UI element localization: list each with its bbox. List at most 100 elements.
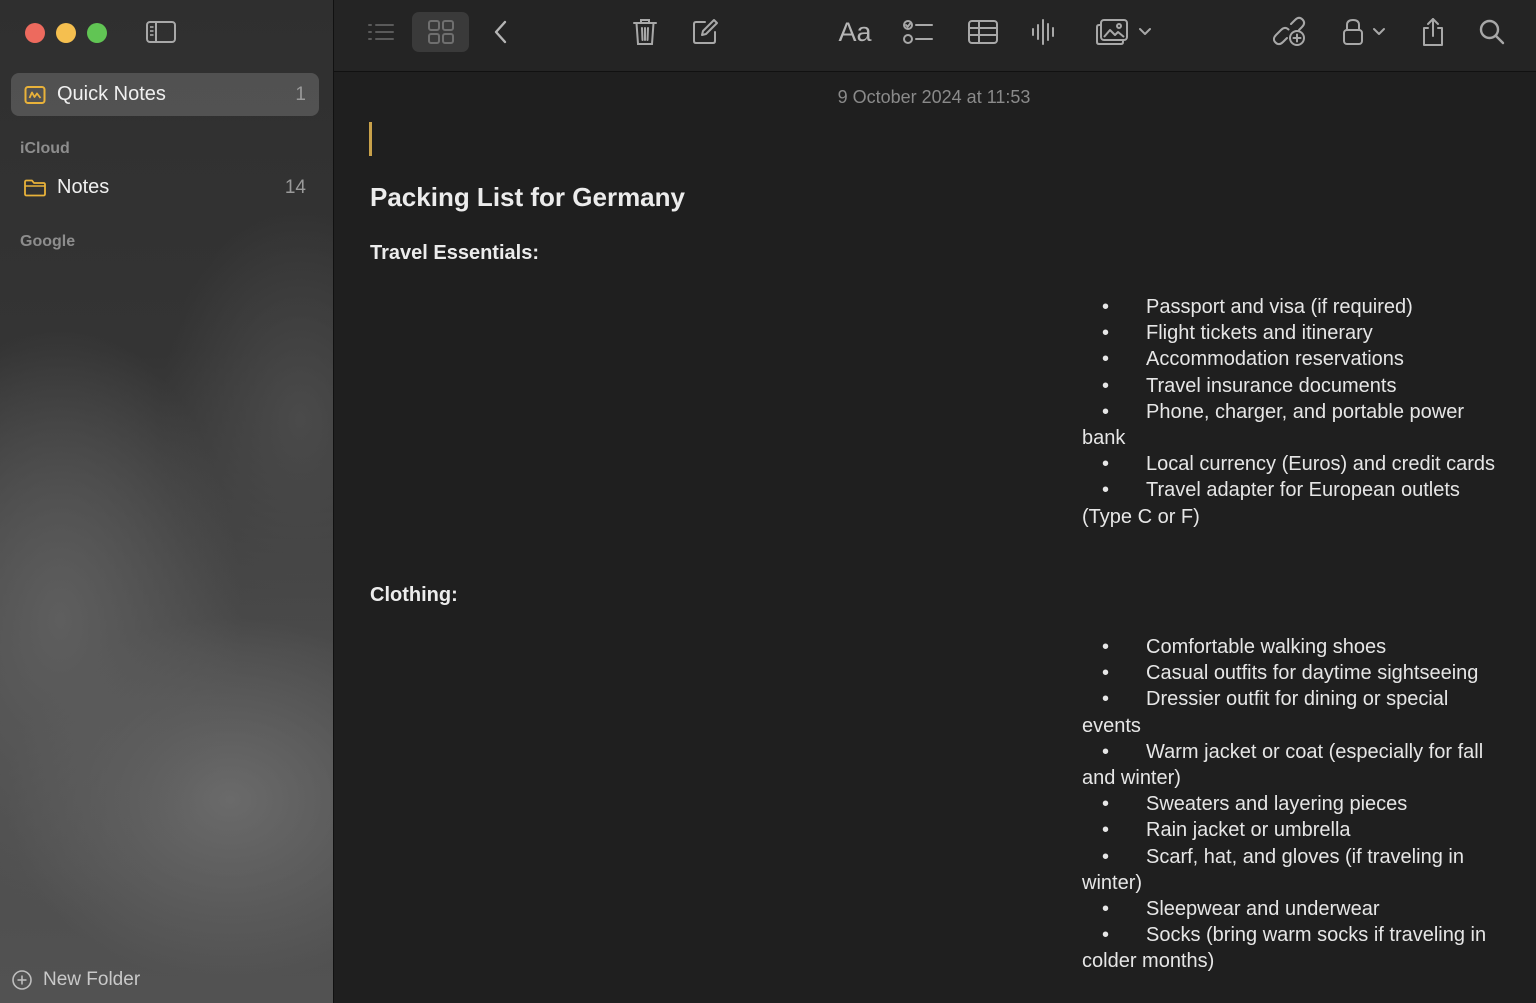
lock-icon [1343,18,1363,45]
bullet-marker: • [1102,819,1110,842]
sidebar-item-notes[interactable]: Notes 14 [11,166,319,209]
note-count: 1 [295,83,306,105]
format-icon: Aa [838,16,872,47]
search-icon [1479,19,1505,45]
trash-icon [633,19,657,45]
bullet-marker: • [1102,296,1110,318]
note-title[interactable]: Packing List for Germany [370,182,685,213]
compose-icon [693,19,718,44]
list-item-text: Comfortable walking shoes [1146,636,1387,658]
list-item-text: Casual outfits for daytime sightseeing [1146,662,1479,685]
checklist-icon [903,20,933,44]
note-timestamp: 9 October 2024 at 11:53 [837,87,1031,107]
list-item[interactable]: • Sweaters and layering pieces [1082,791,1502,817]
audio-button[interactable] [1028,12,1060,52]
bullet-marker: • [1102,924,1110,947]
bullet-marker: • [1102,322,1110,345]
list-item[interactable]: • Socks (bring warm socks if traveling in… [1082,922,1502,974]
sidebar-toggle-button[interactable] [144,18,178,46]
bullet-marker: • [1102,348,1110,371]
section-heading-travel-essentials[interactable]: Travel Essentials: [370,242,539,265]
list-item-text: Local currency (Euros) and credit cards [1146,453,1496,476]
sidebar-icon [146,21,176,43]
bullet-marker: • [1102,400,1110,423]
share-button[interactable] [1418,12,1448,52]
new-folder-button[interactable]: New Folder [11,967,140,993]
table-button[interactable] [966,12,1000,52]
list-item-text: Rain jacket or umbrella [1146,819,1351,842]
list-item-text: Travel insurance documents [1146,374,1397,397]
list-view-icon [368,24,394,40]
list-item[interactable]: • Rain jacket or umbrella [1082,817,1502,843]
new-folder-label: New Folder [43,969,141,990]
list-item-text: Accommodation reservations [1146,348,1404,371]
list-item[interactable]: • Sleepwear and underwear [1082,896,1502,922]
bullet-marker: • [1102,453,1110,476]
notes-window: Quick Notes 1 iCloud Notes 14 Google New… [0,0,1536,1003]
share-icon [1423,18,1443,46]
list-item[interactable]: • Dressier outfit for dining or special e… [1082,686,1502,738]
bullet-marker: • [1102,793,1110,816]
sidebar-section-google: Google [20,233,76,250]
bullet-marker: • [1102,688,1110,711]
maximize-window-button[interactable] [87,23,107,43]
sidebar-item-quick-notes[interactable]: Quick Notes 1 [11,73,319,116]
bullet-marker: • [1102,374,1110,397]
list-item[interactable]: • Travel adapter for European outlets (Ty… [1082,477,1502,529]
quick-notes-icon [23,83,47,107]
list-item-text: Sweaters and layering pieces [1146,793,1408,816]
section-heading-clothing[interactable]: Clothing: [370,584,458,607]
list-item[interactable]: • Phone, charger, and portable power bank [1082,399,1502,451]
list-item-text: Sleepwear and underwear [1146,898,1380,921]
text-cursor [369,122,372,156]
list-item-text: Passport and visa (if required) [1146,296,1413,318]
list-item[interactable]: • Warm jacket or coat (especially for fal… [1082,739,1502,791]
bullet-marker: • [1102,479,1110,502]
collaborate-icon [1273,16,1306,46]
bullet-marker: • [1102,662,1110,685]
search-button[interactable] [1476,12,1508,52]
toolbar: Aa [334,0,1536,72]
bullet-marker: • [1102,636,1110,658]
back-icon [494,20,507,44]
audio-icon [1032,19,1054,45]
lock-button[interactable] [1336,12,1392,52]
note-editor-pane: Aa 9 October 2024 at 11:53 Packing List … [334,0,1536,1003]
list-item[interactable]: • Flight tickets and itinerary [1082,320,1502,346]
collaborate-button[interactable] [1272,12,1308,52]
list-view-button[interactable] [362,12,400,52]
bullet-marker: • [1102,845,1110,868]
chevron-down-icon [1139,28,1151,35]
folder-icon [23,176,47,200]
sidebar-item-label: Notes [57,176,110,198]
clothing-list: • Comfortable walking shoes • Casual outfit… [1082,634,1502,975]
plus-circle-icon [12,970,32,990]
window-controls [25,23,107,43]
table-icon [968,20,998,44]
list-item[interactable]: • Accommodation reservations [1082,346,1502,372]
delete-button[interactable] [630,12,660,52]
new-note-button[interactable] [690,12,720,52]
back-button[interactable] [486,12,516,52]
media-button[interactable] [1092,12,1156,52]
list-item[interactable]: • Travel insurance documents [1082,373,1502,399]
note-count: 14 [284,176,306,198]
list-item[interactable]: • Passport and visa (if required) [1082,294,1502,320]
list-item[interactable]: • Scarf, hat, and gloves (if traveling in… [1082,844,1502,896]
format-button[interactable]: Aa [834,12,876,52]
list-item[interactable]: • Comfortable walking shoes [1082,634,1502,660]
close-window-button[interactable] [25,23,45,43]
bullet-marker: • [1102,740,1110,763]
media-icon [1096,19,1128,45]
list-item[interactable]: • Local currency (Euros) and credit cards [1082,451,1502,477]
travel-essentials-list: • Passport and visa (if required) • Flight … [1082,294,1502,530]
note-body[interactable]: 9 October 2024 at 11:53 Packing List for… [334,72,1536,1003]
minimize-window-button[interactable] [56,23,76,43]
sidebar: Quick Notes 1 iCloud Notes 14 Google New… [0,0,334,1003]
list-item-text: Flight tickets and itinerary [1146,322,1373,345]
bullet-marker: • [1102,898,1110,921]
list-item[interactable]: • Casual outfits for daytime sightseeing [1082,660,1502,686]
sidebar-section-icloud: iCloud [20,140,70,157]
checklist-button[interactable] [900,12,936,52]
gallery-view-button[interactable] [412,12,469,52]
